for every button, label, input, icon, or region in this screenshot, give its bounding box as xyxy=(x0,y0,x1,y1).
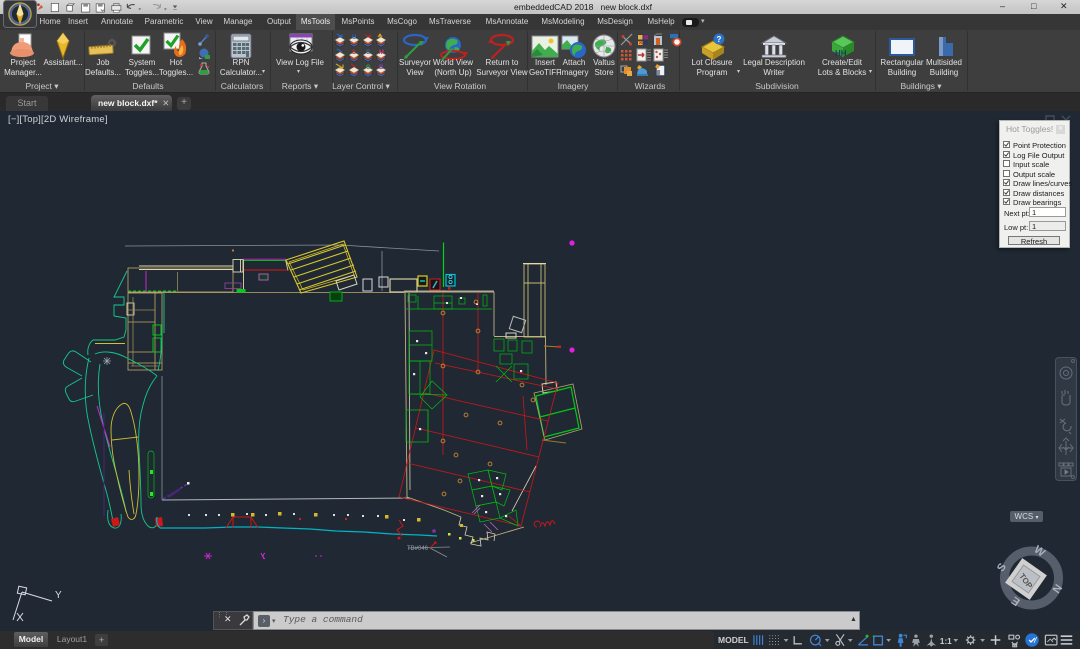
svg-text:TB#046: TB#046 xyxy=(407,546,429,552)
svg-text:Y: Y xyxy=(55,590,62,601)
svg-text:U: U xyxy=(352,35,356,41)
svg-text:B: B xyxy=(379,65,384,71)
svg-text:?: ? xyxy=(717,35,722,44)
svg-text:C: C xyxy=(366,50,371,56)
svg-text:G: G xyxy=(366,65,371,71)
svg-text:S: S xyxy=(352,50,356,56)
svg-text:M: M xyxy=(379,50,384,56)
svg-text:1:1: 1:1 xyxy=(940,637,952,646)
svg-text:HH: HH xyxy=(835,49,847,58)
